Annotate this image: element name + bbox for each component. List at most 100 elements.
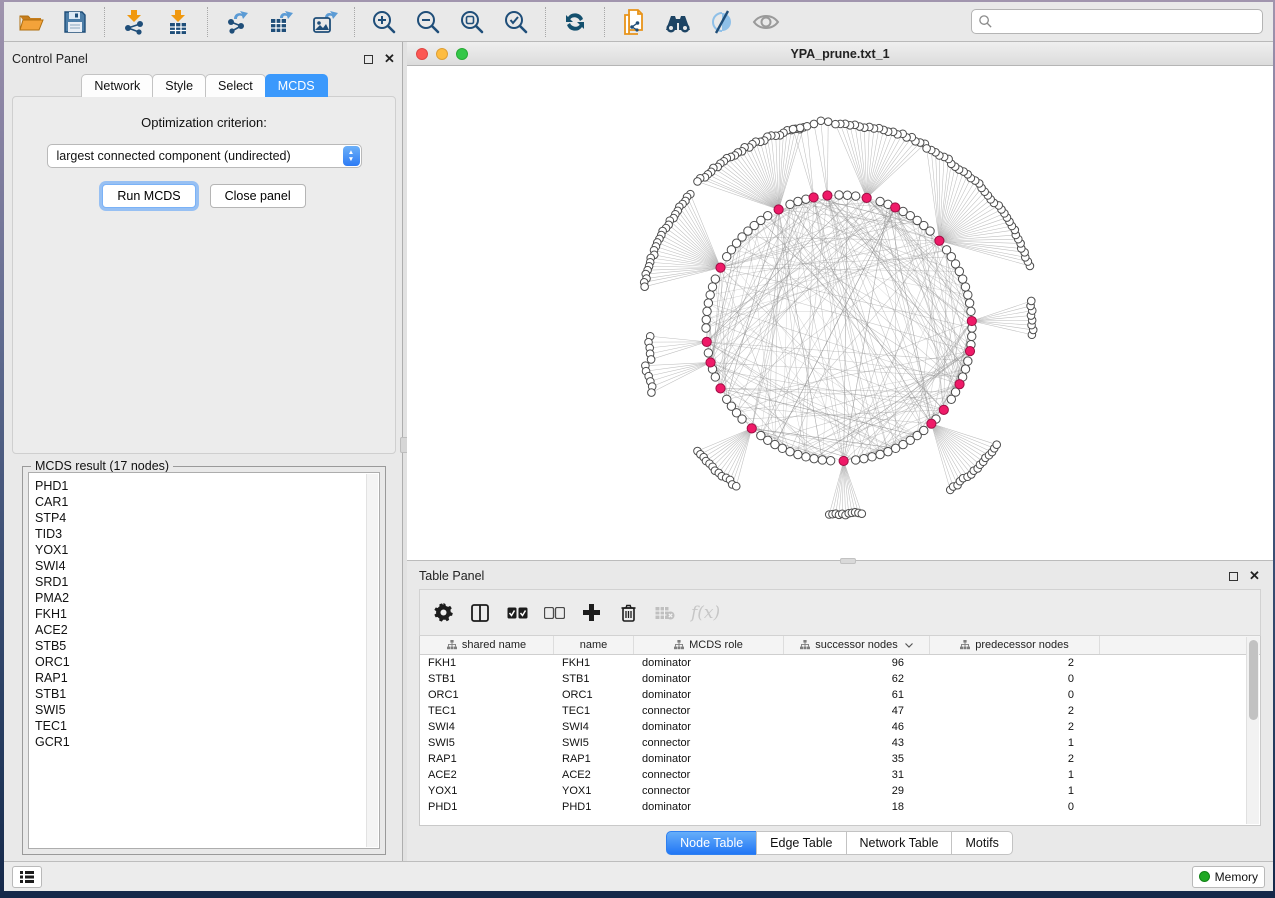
table-cell: 61 [784, 687, 930, 703]
eye-icon [752, 10, 780, 34]
show-graphics-button[interactable] [751, 7, 781, 37]
search-input[interactable] [997, 15, 1256, 29]
mcds-result-item[interactable]: STB1 [35, 686, 379, 702]
tab-select[interactable]: Select [205, 74, 266, 97]
export-table-button[interactable] [266, 7, 296, 37]
table-row[interactable]: YOX1YOX1connector291 [420, 783, 1246, 799]
zoom-selected-button[interactable] [501, 7, 531, 37]
mcds-result-item[interactable]: SWI5 [35, 702, 379, 718]
mcds-result-item[interactable]: SWI4 [35, 558, 379, 574]
mcds-result-item[interactable]: TID3 [35, 526, 379, 542]
table-panel-close-button[interactable]: ✕ [1248, 570, 1261, 583]
table-row[interactable]: STB1STB1dominator620 [420, 671, 1246, 687]
table-cell: 47 [784, 703, 930, 719]
table-row[interactable]: ACE2ACE2connector311 [420, 767, 1246, 783]
table-scrollbar[interactable] [1246, 637, 1259, 824]
mcds-result-list[interactable]: PHD1CAR1STP4TID3YOX1SWI4SRD1PMA2FKH1ACE2… [28, 472, 380, 849]
network-window-titlebar[interactable]: YPA_prune.txt_1 [407, 42, 1273, 66]
column-header-name[interactable]: name [554, 636, 634, 654]
tab-edge-table[interactable]: Edge Table [756, 831, 846, 855]
task-history-button[interactable] [12, 866, 42, 888]
delete-column-button[interactable] [617, 602, 639, 624]
table-row[interactable]: TEC1TEC1connector472 [420, 703, 1246, 719]
table-panel-float-button[interactable] [1227, 570, 1240, 583]
table-header-row: shared namenameMCDS rolesuccessor nodesp… [420, 636, 1260, 655]
open-file-button[interactable] [16, 7, 46, 37]
optimization-criterion-select[interactable]: largest connected component (undirected)… [47, 144, 362, 168]
clone-network-button[interactable] [619, 7, 649, 37]
table-row[interactable]: ORC1ORC1dominator610 [420, 687, 1246, 703]
mcds-result-item[interactable]: TEC1 [35, 718, 379, 734]
scrollbar-thumb[interactable] [1249, 640, 1258, 720]
table-cell [1100, 687, 1246, 703]
control-panel-close-button[interactable]: ✕ [383, 53, 396, 66]
mcds-result-item[interactable]: PMA2 [35, 590, 379, 606]
table-cell: connector [634, 703, 784, 719]
zoom-fit-button[interactable] [457, 7, 487, 37]
import-network-button[interactable] [119, 7, 149, 37]
column-view-button[interactable] [469, 602, 491, 624]
export-image-button[interactable] [310, 7, 340, 37]
tab-motifs[interactable]: Motifs [951, 831, 1012, 855]
table-tabs: Node TableEdge TableNetwork TableMotifs [419, 826, 1261, 861]
horizontal-splitter-grip[interactable] [840, 558, 856, 564]
add-column-button[interactable] [580, 602, 602, 624]
save-session-button[interactable] [60, 7, 90, 37]
mcds-result-item[interactable]: RAP1 [35, 670, 379, 686]
import-table-button[interactable] [163, 7, 193, 37]
network-canvas[interactable] [407, 66, 1273, 560]
column-header-predecessor-nodes[interactable]: predecessor nodes [930, 636, 1100, 654]
table-cell: SWI5 [420, 735, 554, 751]
tab-style[interactable]: Style [152, 74, 206, 97]
refresh-button[interactable] [560, 7, 590, 37]
mcds-result-item[interactable]: PHD1 [35, 478, 379, 494]
mcds-result-item[interactable]: ACE2 [35, 622, 379, 638]
mcds-result-item[interactable]: FKH1 [35, 606, 379, 622]
network-search-box[interactable] [971, 9, 1263, 34]
run-mcds-button[interactable]: Run MCDS [102, 184, 195, 208]
mcds-result-item[interactable]: GCR1 [35, 734, 379, 750]
control-panel-tabs: NetworkStyleSelectMCDS [12, 74, 396, 97]
mcds-list-scrollbar[interactable] [366, 474, 378, 847]
function-icon: f(x) [691, 603, 720, 623]
zoom-out-button[interactable] [413, 7, 443, 37]
column-type-icon [800, 640, 810, 650]
search-network-button[interactable] [663, 7, 693, 37]
tab-network-table[interactable]: Network Table [846, 831, 953, 855]
control-panel: Control Panel ✕ NetworkStyleSelectMCDS O… [4, 42, 402, 861]
table-row[interactable]: FKH1FKH1dominator962 [420, 655, 1246, 671]
table-cell: YOX1 [554, 783, 634, 799]
memory-button[interactable]: Memory [1192, 866, 1265, 888]
table-settings-button[interactable] [432, 602, 454, 624]
select-all-button[interactable] [506, 602, 528, 624]
table-row[interactable]: SWI5SWI5connector431 [420, 735, 1246, 751]
network-graph[interactable] [407, 66, 1273, 560]
table-row[interactable]: RAP1RAP1dominator352 [420, 751, 1246, 767]
zoom-in-button[interactable] [369, 7, 399, 37]
function-builder-button[interactable]: f(x) [691, 602, 720, 624]
tab-node-table[interactable]: Node Table [666, 831, 757, 855]
deselect-all-button[interactable] [543, 602, 565, 624]
hide-graphics-button[interactable] [707, 7, 737, 37]
column-header-filler [1100, 636, 1260, 654]
mcds-result-item[interactable]: ORC1 [35, 654, 379, 670]
table-cell: 2 [930, 703, 1100, 719]
hide-graphics-icon [709, 9, 735, 35]
mcds-result-item[interactable]: YOX1 [35, 542, 379, 558]
tab-network[interactable]: Network [81, 74, 153, 97]
column-header-MCDS-role[interactable]: MCDS role [634, 636, 784, 654]
export-network-button[interactable] [222, 7, 252, 37]
table-row[interactable]: SWI4SWI4dominator462 [420, 719, 1246, 735]
mcds-result-item[interactable]: STP4 [35, 510, 379, 526]
clone-network-icon [621, 9, 647, 35]
delete-table-button[interactable] [654, 602, 676, 624]
mcds-result-item[interactable]: STB5 [35, 638, 379, 654]
column-header-successor-nodes[interactable]: successor nodes [784, 636, 930, 654]
close-panel-button[interactable]: Close panel [210, 184, 306, 208]
table-row[interactable]: PHD1PHD1dominator180 [420, 799, 1246, 815]
control-panel-float-button[interactable] [362, 53, 375, 66]
mcds-result-item[interactable]: SRD1 [35, 574, 379, 590]
mcds-result-item[interactable]: CAR1 [35, 494, 379, 510]
column-header-shared-name[interactable]: shared name [420, 636, 554, 654]
tab-mcds[interactable]: MCDS [265, 74, 328, 97]
